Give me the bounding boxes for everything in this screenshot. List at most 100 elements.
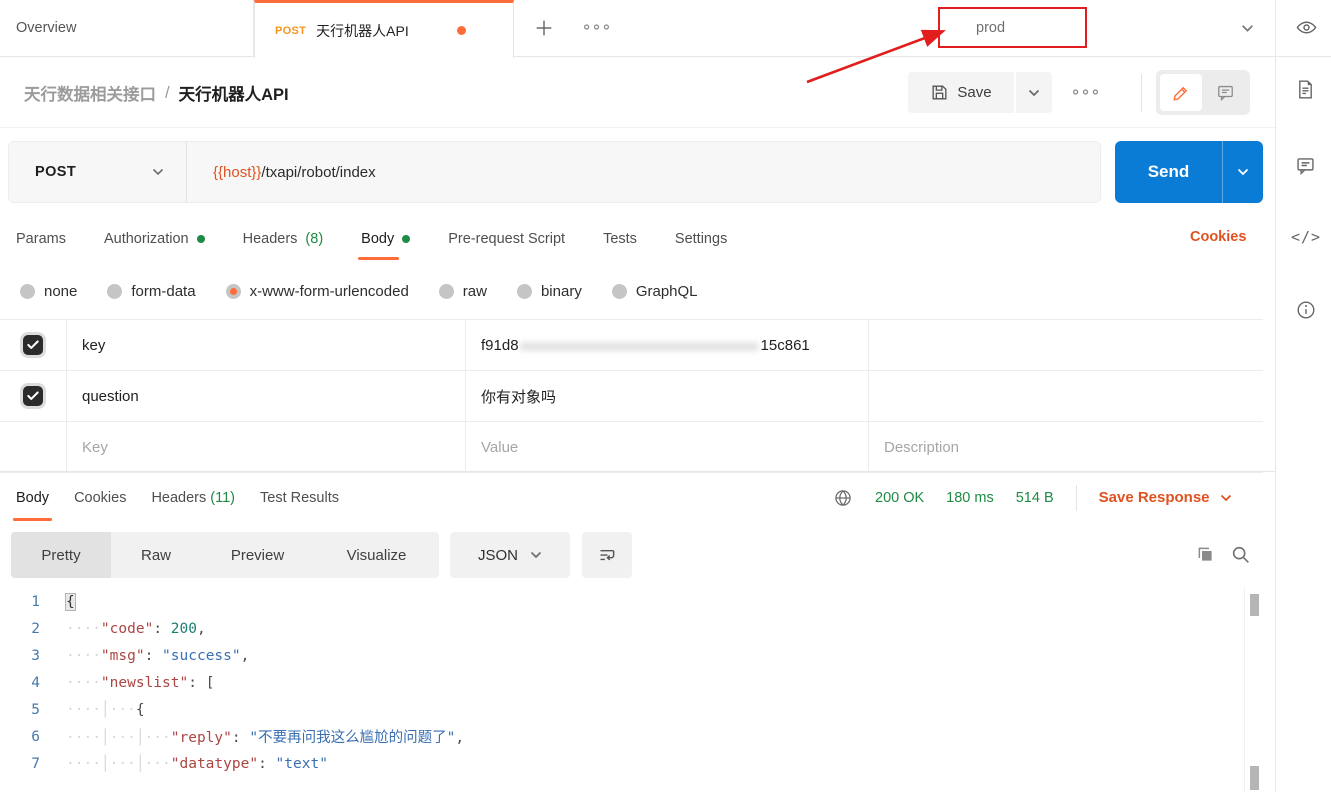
tab-body[interactable]: Body [361,231,410,247]
cookies-link[interactable]: Cookies [1190,229,1246,245]
info-icon [1295,299,1317,321]
tab-label: Body [361,231,394,247]
response-body-code: 1{2····"code": 200,3····"msg": "success"… [0,588,1244,792]
tab-settings[interactable]: Settings [675,231,727,247]
code-line: 5····│···{ [0,696,1244,723]
tab-response-body[interactable]: Body [16,490,49,506]
description-cell[interactable] [868,371,1263,421]
code-icon: </> [1291,228,1321,246]
line-number: 6 [0,729,66,745]
tab-overview[interactable]: Overview [0,0,254,56]
comment-mode-button[interactable] [1204,74,1246,111]
description-cell-placeholder[interactable]: Description [868,422,1263,472]
save-floppy-icon [930,83,949,102]
environment-selector[interactable]: prod [938,7,1087,48]
mode-label: form-data [131,283,195,300]
tab-authorization[interactable]: Authorization [104,231,205,247]
code-snippet-button[interactable]: </> [1291,228,1321,246]
search-response-button[interactable] [1230,544,1251,565]
status-dot-icon [197,235,205,243]
save-options-button[interactable] [1016,72,1052,113]
checkbox-checked[interactable] [23,335,43,355]
scrollbar-thumb[interactable] [1250,594,1259,616]
request-more-actions-button[interactable] [1072,88,1099,96]
tab-label: Params [16,231,66,247]
request-info-button[interactable] [1295,299,1317,321]
environment-selector-chevron[interactable] [1241,24,1254,33]
url-host-variable: {{host}} [213,164,261,181]
eye-icon [1295,16,1318,39]
mode-x-www-form-urlencoded[interactable]: x-www-form-urlencoded [226,283,409,300]
tab-label: Pre-request Script [448,231,565,247]
breadcrumb-collection[interactable]: 天行数据相关接口 [24,81,156,105]
value-cell-placeholder[interactable]: Value [465,422,868,472]
status-dot-icon [402,235,410,243]
mode-label: raw [463,283,487,300]
documentation-button[interactable] [1295,79,1316,100]
wrap-lines-icon [597,545,618,566]
view-raw-button[interactable]: Raw [111,532,201,578]
tab-title: 天行机器人API [316,21,409,41]
view-pretty-button[interactable]: Pretty [11,532,111,578]
mode-none[interactable]: none [20,283,77,300]
tab-test-results[interactable]: Test Results [260,490,339,506]
tab-overview-label: Overview [16,20,76,36]
language-value: JSON [478,547,518,564]
language-selector[interactable]: JSON [450,532,570,578]
value-cell[interactable]: 你有对象吗 [465,371,868,421]
url-input[interactable]: {{host}}/txapi/robot/index [187,164,376,181]
checkbox-checked[interactable] [23,386,43,406]
view-visualize-button[interactable]: Visualize [314,532,439,578]
value-cell[interactable]: f91d8xxxxxxxxxxxxxxxxxxxxxxxxxxxxxxxxxx1… [465,320,868,370]
key-cell-placeholder[interactable]: Key [66,422,465,472]
key-cell[interactable]: question [66,371,465,421]
save-response-button[interactable]: Save Response [1099,489,1232,506]
new-tab-button[interactable] [533,17,555,39]
tab-response-cookies[interactable]: Cookies [74,490,126,506]
check-icon [26,389,40,403]
key-cell[interactable]: key [66,320,465,370]
edit-comment-toggle [1156,70,1250,115]
scrollbar-track[interactable] [1244,588,1260,792]
row-checkbox-cell [0,371,66,421]
code-line: 3····"msg": "success", [0,642,1244,669]
copy-icon [1195,544,1216,565]
send-button[interactable]: Send [1115,141,1222,203]
tab-method-badge: POST [275,25,306,37]
tab-label: Tests [603,231,637,247]
edit-mode-button[interactable] [1160,74,1202,111]
mode-graphql[interactable]: GraphQL [612,283,698,300]
tab-options-button[interactable] [583,23,610,31]
method-selector[interactable]: POST [9,142,187,202]
view-preview-button[interactable]: Preview [201,532,314,578]
radio-icon [612,284,627,299]
value-prefix: f91d8 [481,337,519,354]
mode-raw[interactable]: raw [439,283,487,300]
breadcrumb-request-name[interactable]: 天行机器人API [179,81,289,105]
right-sidebar: </> [1275,0,1331,792]
tab-headers[interactable]: Headers(8) [243,231,324,247]
unsaved-dot-icon [457,26,466,35]
tab-params[interactable]: Params [16,231,66,247]
send-options-button[interactable] [1222,141,1263,203]
search-icon [1230,544,1251,565]
response-tabs: Body Cookies Headers (11) Test Results [16,472,339,523]
plus-icon [533,17,555,39]
wrap-lines-button[interactable] [582,532,632,578]
save-button[interactable]: Save [908,72,1014,113]
scrollbar-thumb[interactable] [1250,766,1259,790]
tab-pre-request-script[interactable]: Pre-request Script [448,231,565,247]
chevron-down-icon [1241,24,1254,33]
mode-binary[interactable]: binary [517,283,582,300]
tab-response-headers[interactable]: Headers (11) [151,490,235,506]
comments-button[interactable] [1295,155,1316,176]
copy-response-button[interactable] [1195,544,1216,565]
mode-form-data[interactable]: form-data [107,283,195,300]
description-cell[interactable] [868,320,1263,370]
globe-icon[interactable] [833,488,853,508]
tab-active-request[interactable]: POST 天行机器人API [254,0,514,58]
url-bar: POST {{host}}/txapi/robot/index [8,141,1101,203]
tab-label: Headers [243,231,298,247]
tab-tests[interactable]: Tests [603,231,637,247]
environment-quick-look-button[interactable] [1295,16,1318,39]
